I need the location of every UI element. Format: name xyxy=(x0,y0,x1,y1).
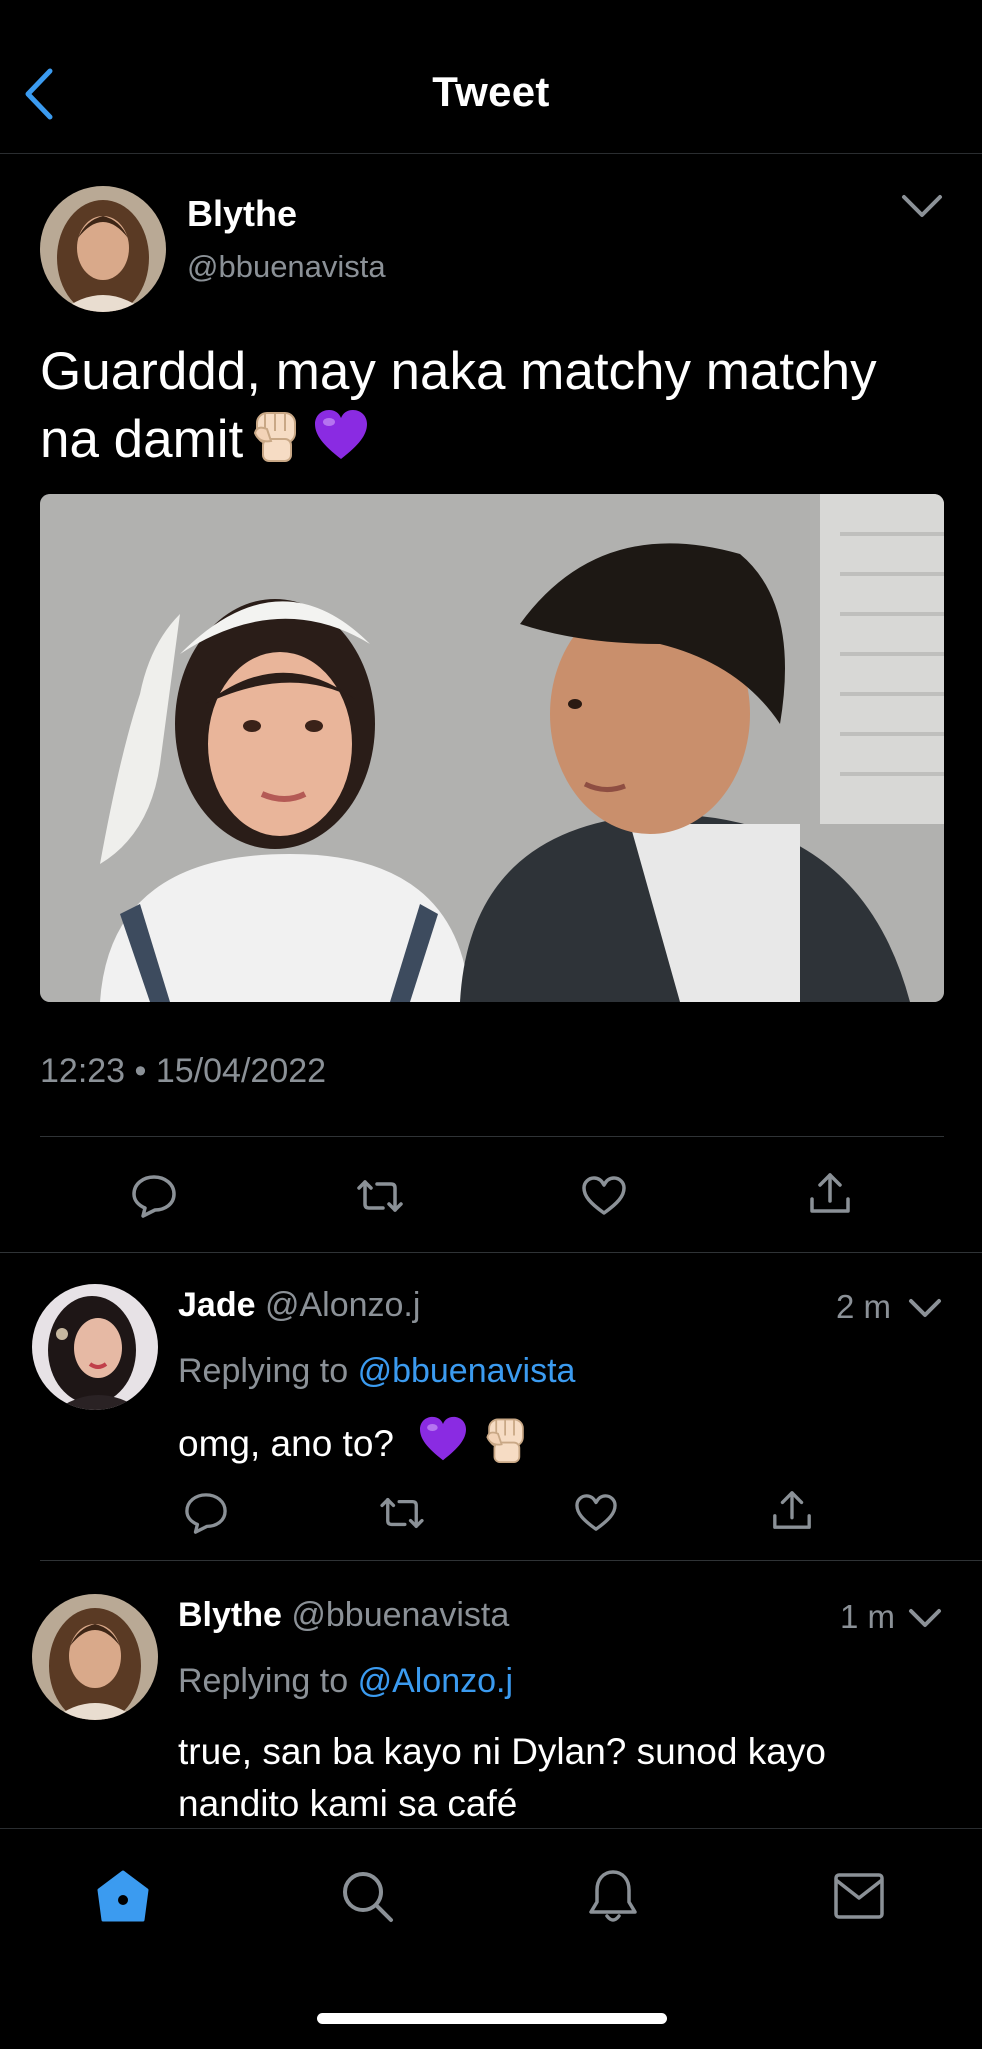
reply-avatar[interactable] xyxy=(32,1594,158,1720)
reply-author-name[interactable]: Jade xyxy=(178,1286,256,1324)
section-divider xyxy=(0,1252,982,1253)
top-bar: Tweet xyxy=(0,0,982,154)
reply-text: omg, ano to? xyxy=(178,1414,530,1473)
chevron-down-icon xyxy=(909,1609,941,1627)
reply-like-button[interactable] xyxy=(568,1488,624,1538)
reply-time: 2 m xyxy=(836,1288,892,1325)
reply-text-line-1: true, san ba kayo ni Dylan? sunod kayo xyxy=(178,1731,826,1772)
retweet-icon xyxy=(357,1180,403,1212)
reply-icon xyxy=(132,1175,176,1218)
heart-icon xyxy=(575,1494,617,1531)
reply-options-button[interactable] xyxy=(900,1288,950,1328)
mail-icon xyxy=(834,1873,884,1919)
tab-home[interactable] xyxy=(88,1861,158,1931)
tweet-text-line-2: na damit xyxy=(40,406,950,480)
replying-to-label: Replying to xyxy=(178,1662,349,1700)
reply-avatar[interactable] xyxy=(32,1284,158,1410)
author-handle[interactable]: @bbuenavista xyxy=(187,249,386,285)
tweet-photo[interactable] xyxy=(40,494,944,1002)
author-avatar[interactable] xyxy=(40,186,166,312)
home-indicator[interactable] xyxy=(317,2013,667,2024)
reply-icon xyxy=(185,1493,227,1534)
share-button[interactable] xyxy=(800,1166,860,1222)
home-icon xyxy=(97,1870,149,1922)
tweet-text-line-1: Guarddd, may naka matchy matchy xyxy=(40,342,877,401)
reply-author-handle[interactable]: @Alonzo.j xyxy=(265,1286,420,1324)
chevron-down-icon xyxy=(909,1299,941,1317)
raised-fist-emoji xyxy=(249,407,303,480)
reply-text: true, san ba kayo ni Dylan? sunod kayo n… xyxy=(178,1726,826,1830)
reply-retweet-button[interactable] xyxy=(372,1488,432,1538)
reply-text-line-2: nandito kami sa café xyxy=(178,1783,518,1824)
tweet-timestamp: 12:23 • 15/04/2022 xyxy=(40,1052,327,1090)
heart-icon xyxy=(582,1176,626,1215)
reply-time: 1 m xyxy=(840,1598,896,1635)
replying-to-handle[interactable]: @Alonzo.j xyxy=(358,1662,513,1700)
reply-share-button[interactable] xyxy=(764,1486,820,1536)
reply-header: Blythe @bbuenavista xyxy=(178,1596,509,1635)
raised-fist-emoji xyxy=(482,1414,530,1473)
tweet-options-button[interactable] xyxy=(897,186,947,226)
replying-to: Replying to @bbuenavista xyxy=(178,1352,575,1391)
reply-author-name[interactable]: Blythe xyxy=(178,1596,282,1634)
page-title: Tweet xyxy=(432,68,550,115)
reply-reply-button[interactable] xyxy=(178,1488,234,1538)
bell-icon xyxy=(589,1870,637,1922)
divider xyxy=(40,1560,982,1561)
reply-author-handle[interactable]: @bbuenavista xyxy=(291,1596,509,1634)
divider xyxy=(40,1136,944,1137)
purple-heart-emoji xyxy=(418,1416,468,1471)
replying-to-label: Replying to xyxy=(178,1352,349,1390)
reply-options-button[interactable] xyxy=(900,1598,950,1638)
like-button[interactable] xyxy=(574,1168,634,1224)
chevron-down-icon xyxy=(902,195,942,217)
share-icon xyxy=(773,1491,811,1529)
tab-messages[interactable] xyxy=(824,1861,894,1931)
reply-button[interactable] xyxy=(124,1168,184,1224)
tweet-text-line-2-label: na damit xyxy=(40,410,244,469)
search-icon xyxy=(343,1872,393,1922)
tab-notifications[interactable] xyxy=(578,1861,648,1931)
reply-header: Jade @Alonzo.j xyxy=(178,1286,420,1325)
retweet-icon xyxy=(380,1498,424,1528)
tab-search[interactable] xyxy=(332,1861,402,1931)
share-icon xyxy=(810,1173,850,1213)
author-name[interactable]: Blythe xyxy=(187,193,297,235)
replying-to: Replying to @Alonzo.j xyxy=(178,1662,513,1701)
replying-to-handle[interactable]: @bbuenavista xyxy=(358,1352,576,1390)
purple-heart-emoji xyxy=(313,409,369,478)
retweet-button[interactable] xyxy=(348,1168,412,1224)
reply-text-label: omg, ano to? xyxy=(178,1422,394,1464)
tweet-text: Guarddd, may naka matchy matchy na damit xyxy=(40,338,950,480)
